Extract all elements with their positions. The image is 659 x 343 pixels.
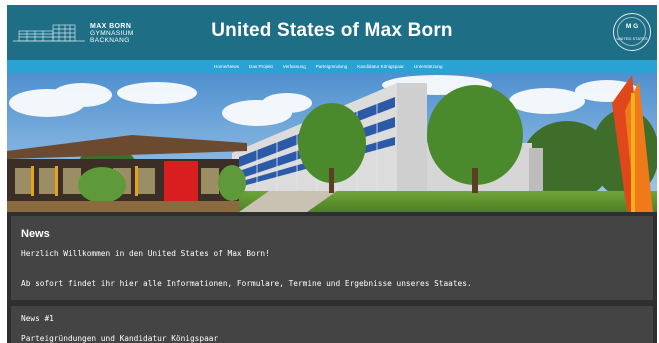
page-frame: MAX BORN GYMNASIUM BACKNANG United State… <box>7 5 657 343</box>
nav-item-kandidatur-koenigspaar[interactable]: Kandidatur Königspaar <box>357 64 404 69</box>
news-item-card[interactable]: News #1 Parteigründungen und Kandidatur … <box>11 306 653 343</box>
site-title: United States of Max Born <box>211 20 453 41</box>
welcome-text: Herzlich Willkommen in den United States… <box>21 249 270 258</box>
info-text: Ab sofort findet ihr hier alle Informati… <box>21 279 472 288</box>
state-seal-logo[interactable]: M G UNITED STATES <box>613 13 651 51</box>
nav-item-parteigruendung[interactable]: Parteigründung <box>316 64 347 69</box>
site-header: MAX BORN GYMNASIUM BACKNANG United State… <box>7 5 657 60</box>
main-navigation: Home/News Das Projekt Verfassung Parteig… <box>7 60 657 73</box>
news-heading: News <box>21 228 50 240</box>
news-item-title: News #1 <box>21 314 54 323</box>
hero-banner-image <box>7 73 657 212</box>
seal-caption: UNITED STATES <box>616 36 648 41</box>
news-section: News Herzlich Willkommen in den United S… <box>11 216 653 300</box>
content-area: News Herzlich Willkommen in den United S… <box>7 212 657 343</box>
nav-item-home-news[interactable]: Home/News <box>214 64 239 69</box>
seal-ring <box>617 17 646 46</box>
seal-monogram: M G <box>625 23 639 30</box>
nav-item-verfassung[interactable]: Verfassung <box>283 64 306 69</box>
news-item-text: Parteigründungen und Kandidatur Königspa… <box>21 334 219 343</box>
nav-item-das-projekt[interactable]: Das Projekt <box>249 64 273 69</box>
nav-item-unterstuetzung[interactable]: Unterstützung <box>414 64 443 69</box>
